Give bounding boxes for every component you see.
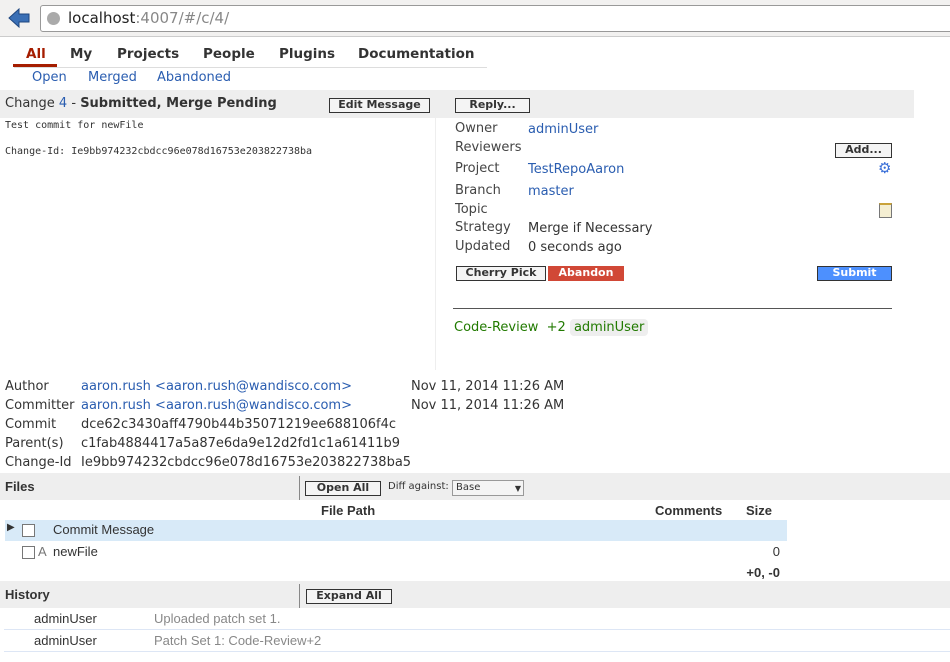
parent-label: Parent(s)	[5, 436, 64, 451]
topic-label: Topic	[455, 202, 488, 217]
author-label: Author	[5, 379, 49, 394]
separator: -	[71, 96, 77, 111]
updated-value: 0 seconds ago	[528, 240, 622, 255]
caret-right-icon: ▶	[7, 522, 15, 533]
col-file-path: File Path	[321, 503, 376, 518]
history-header: History Expand All	[0, 581, 950, 608]
project-label: Project	[455, 161, 500, 176]
gear-icon[interactable]: ⚙	[878, 159, 891, 177]
diff-against-select[interactable]: Base ▼	[452, 480, 524, 496]
reviewed-checkbox[interactable]	[22, 546, 35, 559]
files-header: Files Open All Diff against: Base ▼	[0, 473, 950, 500]
col-comments: Comments	[655, 503, 723, 518]
labels-divider	[453, 308, 892, 309]
tab-my[interactable]: My	[70, 46, 92, 62]
files-total: +0, -0	[746, 565, 780, 580]
back-icon[interactable]	[8, 8, 30, 28]
commit-message-line: Test commit for newFile	[5, 120, 144, 131]
expand-all-button[interactable]: Expand All	[306, 589, 392, 604]
history-text: Uploaded patch set 1.	[154, 611, 281, 626]
committer-label: Committer	[5, 398, 75, 413]
history-row[interactable]: adminUser Patch Set 1: Code-Review+2	[4, 630, 950, 652]
label-value: +2	[546, 320, 566, 335]
committer-date: Nov 11, 2014 11:26 AM	[411, 398, 565, 413]
nav-divider	[14, 67, 487, 68]
file-status: A	[38, 544, 47, 559]
diff-against-label: Diff against:	[388, 481, 449, 492]
add-reviewer-button[interactable]: Add...	[835, 143, 892, 158]
reviewed-checkbox[interactable]	[22, 524, 35, 537]
open-all-button[interactable]: Open All	[305, 481, 381, 496]
label-name: Code-Review	[454, 320, 539, 335]
history-row[interactable]: adminUser Uploaded patch set 1.	[4, 608, 950, 630]
reply-button[interactable]: Reply...	[455, 98, 530, 113]
history-title: History	[5, 587, 50, 602]
change-header: Change 4 - Submitted, Merge Pending Edit…	[0, 90, 914, 118]
commit-label: Commit	[5, 417, 57, 432]
change-prefix: Change	[5, 96, 55, 111]
tab-all[interactable]: All	[26, 46, 46, 62]
abandon-button[interactable]: Abandon	[548, 266, 624, 281]
tab-people[interactable]: People	[203, 46, 255, 62]
code-review-label: Code-Review +2 adminUser	[454, 319, 649, 336]
edit-topic-icon[interactable]	[879, 203, 892, 218]
history-user: adminUser	[34, 611, 97, 626]
strategy-label: Strategy	[455, 220, 511, 235]
file-name[interactable]: Commit Message	[53, 522, 154, 537]
changeid-label: Change-Id	[5, 455, 72, 470]
subtab-merged[interactable]: Merged	[88, 70, 137, 85]
project-link[interactable]: TestRepoAaron	[528, 162, 624, 177]
strategy-value: Merge if Necessary	[528, 221, 653, 236]
author-date: Nov 11, 2014 11:26 AM	[411, 379, 565, 394]
diff-value: Base	[456, 482, 481, 493]
changeid-value: Ie9bb974232cbdcc96e078d16753e203822738ba…	[81, 455, 412, 470]
active-tab-indicator	[13, 64, 57, 67]
branch-label: Branch	[455, 183, 501, 198]
divider	[299, 476, 300, 500]
owner-link[interactable]: adminUser	[528, 122, 598, 137]
submit-button[interactable]: Submit	[817, 266, 892, 281]
url-path: :4007/#/c/4/	[135, 9, 230, 27]
file-name[interactable]: newFile	[53, 544, 98, 559]
commit-sha: dce62c3430aff4790b44b35071219ee688106f4c	[81, 417, 397, 432]
subtab-open[interactable]: Open	[32, 70, 67, 85]
history-text: Patch Set 1: Code-Review+2	[154, 633, 322, 648]
subtab-abandoned[interactable]: Abandoned	[157, 70, 231, 85]
commit-message-box: Test commit for newFile Change-Id: Ie9bb…	[0, 118, 436, 370]
commit-message-changeid: Change-Id: Ie9bb974232cbdcc96e078d16753e…	[5, 146, 313, 157]
history-user: adminUser	[34, 633, 97, 648]
files-title: Files	[5, 479, 35, 494]
browser-toolbar: localhost:4007/#/c/4/	[0, 0, 950, 37]
committer-link[interactable]: aaron.rush <aaron.rush@wandisco.com>	[81, 398, 352, 413]
label-user: adminUser	[569, 319, 649, 336]
tab-documentation[interactable]: Documentation	[358, 46, 474, 62]
owner-label: Owner	[455, 121, 498, 136]
address-bar[interactable]: localhost:4007/#/c/4/	[40, 5, 950, 32]
divider	[299, 584, 300, 608]
reviewers-label: Reviewers	[455, 140, 522, 155]
url-host: localhost	[68, 9, 136, 27]
file-row[interactable]: A newFile 0	[5, 542, 787, 563]
file-row[interactable]: ▶ Commit Message	[5, 520, 787, 541]
branch-link[interactable]: master	[528, 184, 574, 199]
updated-label: Updated	[455, 239, 511, 254]
globe-icon	[47, 12, 60, 25]
dropdown-arrow-icon: ▼	[514, 484, 521, 493]
parent-sha: c1fab4884417a5a87e6da9e12d2fd1c1a61411b9	[81, 436, 401, 451]
cherry-pick-button[interactable]: Cherry Pick	[456, 266, 546, 281]
change-number[interactable]: 4	[59, 96, 67, 111]
col-size: Size	[746, 503, 773, 518]
tab-projects[interactable]: Projects	[117, 46, 179, 62]
edit-message-button[interactable]: Edit Message	[329, 98, 430, 113]
change-status: Submitted, Merge Pending	[80, 96, 277, 111]
author-link[interactable]: aaron.rush <aaron.rush@wandisco.com>	[81, 379, 352, 394]
tab-plugins[interactable]: Plugins	[279, 46, 335, 62]
file-size: 0	[772, 544, 780, 559]
